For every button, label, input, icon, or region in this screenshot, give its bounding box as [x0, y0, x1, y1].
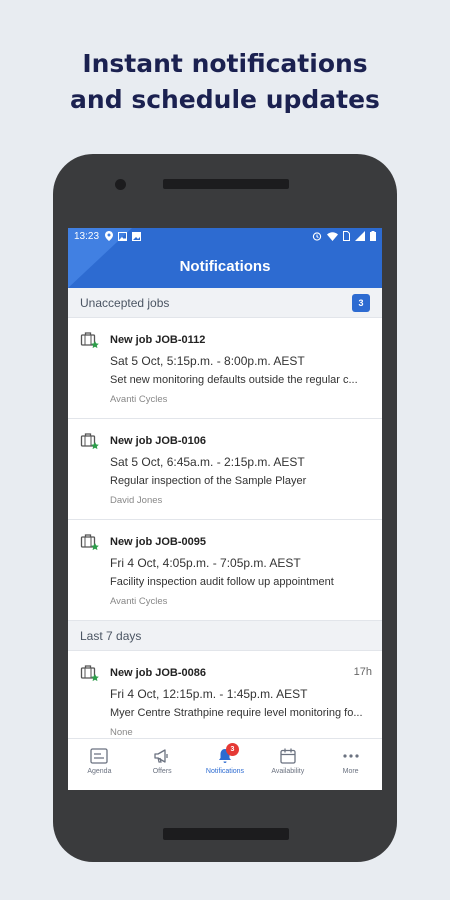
- phone-screen: 13:23 Notifications Unaccepted jobs 3 Ne…: [68, 228, 382, 790]
- job-title: New job JOB-0106: [110, 435, 206, 447]
- time-ago: 17h: [353, 666, 372, 678]
- section-title: Last 7 days: [80, 628, 142, 643]
- job-briefcase-icon: [80, 534, 99, 551]
- headline-line-1: Instant notifications: [82, 49, 368, 78]
- job-title: New job JOB-0095: [110, 536, 206, 548]
- nav-agenda[interactable]: Agenda: [68, 739, 131, 790]
- job-schedule: Fri 4 Oct, 4:05p.m. - 7:05p.m. AEST: [110, 556, 301, 570]
- job-briefcase-icon: [80, 433, 99, 450]
- job-description: Myer Centre Strathpine require level mon…: [110, 707, 363, 719]
- job-schedule: Sat 5 Oct, 6:45a.m. - 2:15p.m. AEST: [110, 455, 305, 469]
- nav-label: Availability: [271, 768, 305, 775]
- wifi-icon: [327, 231, 338, 241]
- camera: [115, 179, 126, 190]
- nav-offers[interactable]: Offers: [131, 739, 194, 790]
- section-header-last-7-days: Last 7 days: [68, 621, 382, 651]
- job-customer: David Jones: [110, 495, 163, 506]
- section-header-unaccepted: Unaccepted jobs 3: [68, 288, 382, 318]
- signal-icon: [355, 231, 365, 241]
- bottom-speaker: [163, 828, 289, 840]
- battery-icon: [370, 231, 376, 241]
- job-schedule: Sat 5 Oct, 5:15p.m. - 8:00p.m. AEST: [110, 354, 305, 368]
- nav-more[interactable]: More: [319, 739, 382, 790]
- bottom-navigation: Agenda Offers 3 Notifications Availabili…: [68, 738, 382, 790]
- nav-label: Agenda: [87, 768, 112, 775]
- location-icon: [105, 231, 114, 241]
- job-briefcase-icon: [80, 665, 99, 682]
- notification-list[interactable]: Unaccepted jobs 3 New job JOB-0112 Sat 5…: [68, 288, 382, 738]
- nav-label: More: [342, 768, 359, 775]
- phone-frame: 13:23 Notifications Unaccepted jobs 3 Ne…: [53, 154, 397, 862]
- notification-item[interactable]: New job JOB-0106 Sat 5 Oct, 6:45a.m. - 2…: [68, 419, 382, 520]
- nav-label: Offers: [152, 768, 172, 775]
- job-customer: None: [110, 727, 133, 738]
- earpiece-speaker: [163, 179, 289, 189]
- gallery-icon: [132, 231, 142, 241]
- agenda-icon: [90, 748, 109, 764]
- sim-icon: [343, 231, 350, 241]
- job-description: Facility inspection audit follow up appo…: [110, 576, 334, 588]
- job-customer: Avanti Cycles: [110, 394, 168, 405]
- job-description: Regular inspection of the Sample Player: [110, 475, 307, 487]
- count-badge: 3: [352, 293, 370, 312]
- headline: Instant notifications and schedule updat…: [0, 46, 450, 118]
- nav-label: Notifications: [205, 768, 245, 775]
- megaphone-icon: [154, 749, 168, 763]
- image-icon: [118, 231, 128, 241]
- job-schedule: Fri 4 Oct, 12:15p.m. - 1:45p.m. AEST: [110, 687, 308, 701]
- status-bar: 13:23: [68, 228, 382, 244]
- notification-item[interactable]: New job JOB-0095 Fri 4 Oct, 4:05p.m. - 7…: [68, 520, 382, 621]
- app-bar: 13:23 Notifications: [68, 228, 382, 288]
- nav-availability[interactable]: Availability: [256, 739, 319, 790]
- more-dots-icon: [342, 754, 359, 758]
- calendar-icon: [280, 748, 296, 764]
- page-title: Notifications: [179, 258, 271, 275]
- job-briefcase-icon: [80, 332, 99, 349]
- job-title: New job JOB-0112: [110, 334, 206, 346]
- job-title: New job JOB-0086: [110, 667, 206, 679]
- nav-notifications[interactable]: 3 Notifications: [194, 739, 257, 790]
- section-title: Unaccepted jobs: [80, 295, 170, 310]
- notification-item[interactable]: New job JOB-0112 Sat 5 Oct, 5:15p.m. - 8…: [68, 318, 382, 419]
- job-customer: Avanti Cycles: [110, 596, 168, 607]
- status-time: 13:23: [74, 230, 100, 242]
- job-description: Set new monitoring defaults outside the …: [110, 374, 358, 386]
- notification-count-badge: 3: [225, 743, 239, 756]
- alarm-icon: [312, 232, 322, 241]
- headline-line-2: and schedule updates: [70, 85, 380, 114]
- notification-item[interactable]: New job JOB-0086 17h Fri 4 Oct, 12:15p.m…: [68, 651, 382, 738]
